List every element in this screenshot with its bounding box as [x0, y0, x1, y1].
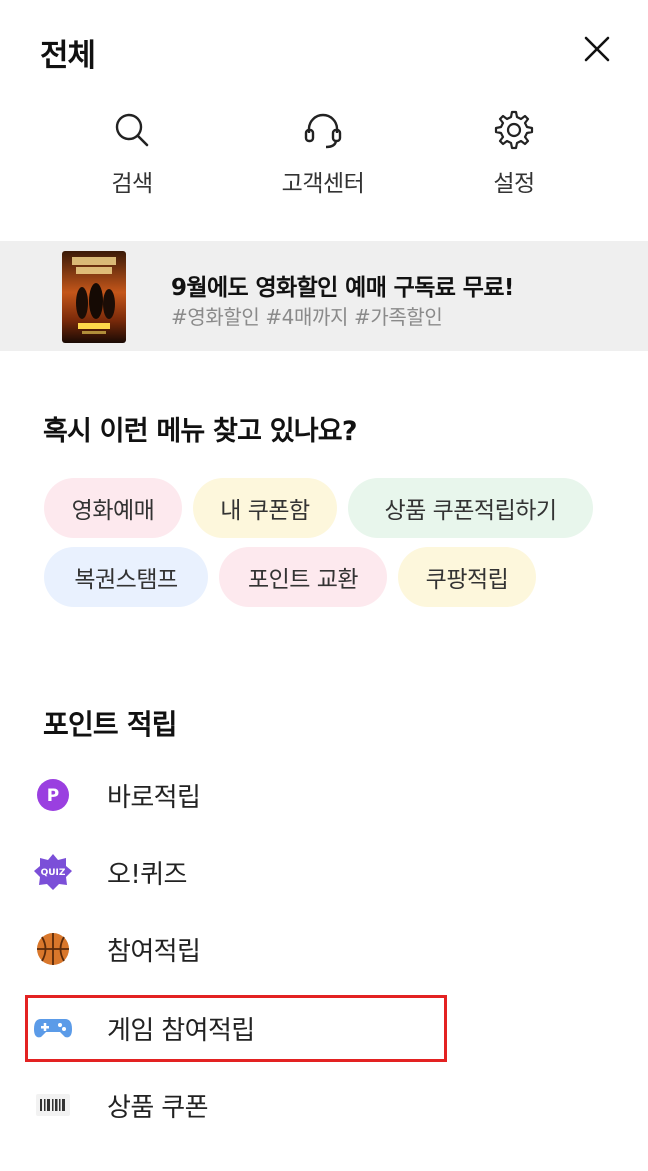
basketball-icon — [37, 933, 69, 965]
customer-center-label: 고객센터 — [281, 171, 365, 197]
chip-lottery-stamp[interactable]: 복권스탬프 — [44, 547, 208, 607]
menu-item-product-coupon[interactable]: 상품 쿠폰 — [30, 1075, 620, 1135]
headset-icon — [304, 113, 342, 149]
menu-item-participation-earn[interactable]: 참여적립 — [30, 919, 620, 979]
page-title: 전체 — [40, 38, 96, 74]
menu-item-instant-earn[interactable]: P 바로적립 — [30, 765, 620, 825]
search-icon — [115, 113, 149, 147]
chip-product-coupon-earn[interactable]: 상품 쿠폰적립하기 — [348, 478, 593, 538]
menu-label-game-participation-earn: 게임 참여적립 — [107, 1015, 255, 1046]
menu-label-participation-earn: 참여적립 — [107, 936, 201, 967]
close-button[interactable] — [574, 26, 620, 72]
menu-label-instant-earn: 바로적립 — [107, 782, 201, 813]
banner-tags: #영화할인 #4매까지 #가족할인 — [171, 305, 443, 329]
gear-icon — [494, 110, 534, 150]
menu-item-game-participation-earn[interactable]: 게임 참여적립 — [30, 998, 620, 1058]
chip-my-coupons[interactable]: 내 쿠폰함 — [193, 478, 337, 538]
gamepad-icon — [34, 1019, 72, 1038]
promo-banner[interactable]: 9월에도 영화할인 예매 구독료 무료! #영화할인 #4매까지 #가족할인 — [0, 241, 648, 351]
barcode-icon — [36, 1094, 70, 1116]
search-button[interactable]: 검색 — [57, 108, 207, 198]
quick-actions: 검색 고객센터 설정 — [0, 108, 648, 208]
svg-text:P: P — [47, 786, 59, 806]
chip-movie-booking[interactable]: 영화예매 — [44, 478, 182, 538]
menu-label-product-coupon: 상품 쿠폰 — [107, 1092, 209, 1123]
suggestions-title: 혹시 이런 메뉴 찾고 있나요? — [43, 416, 358, 447]
settings-label: 설정 — [493, 171, 535, 197]
menu-label-oh-quiz: 오!퀴즈 — [107, 859, 187, 890]
movie-poster-image — [62, 251, 126, 343]
point-section-title: 포인트 적립 — [43, 708, 178, 741]
banner-title: 9월에도 영화할인 예매 구독료 무료! — [171, 275, 514, 301]
svg-text:QUIZ: QUIZ — [41, 868, 66, 878]
customer-center-button[interactable]: 고객센터 — [248, 108, 398, 198]
settings-button[interactable]: 설정 — [439, 108, 589, 198]
chip-point-exchange[interactable]: 포인트 교환 — [219, 547, 387, 607]
menu-item-oh-quiz[interactable]: QUIZ 오!퀴즈 — [30, 842, 620, 902]
search-label: 검색 — [111, 171, 153, 197]
chip-coupang-earn[interactable]: 쿠팡적립 — [398, 547, 536, 607]
close-icon — [584, 36, 610, 62]
point-p-icon: P — [37, 779, 69, 811]
quiz-icon: QUIZ — [34, 854, 72, 890]
top-bar: 전체 — [0, 0, 648, 100]
